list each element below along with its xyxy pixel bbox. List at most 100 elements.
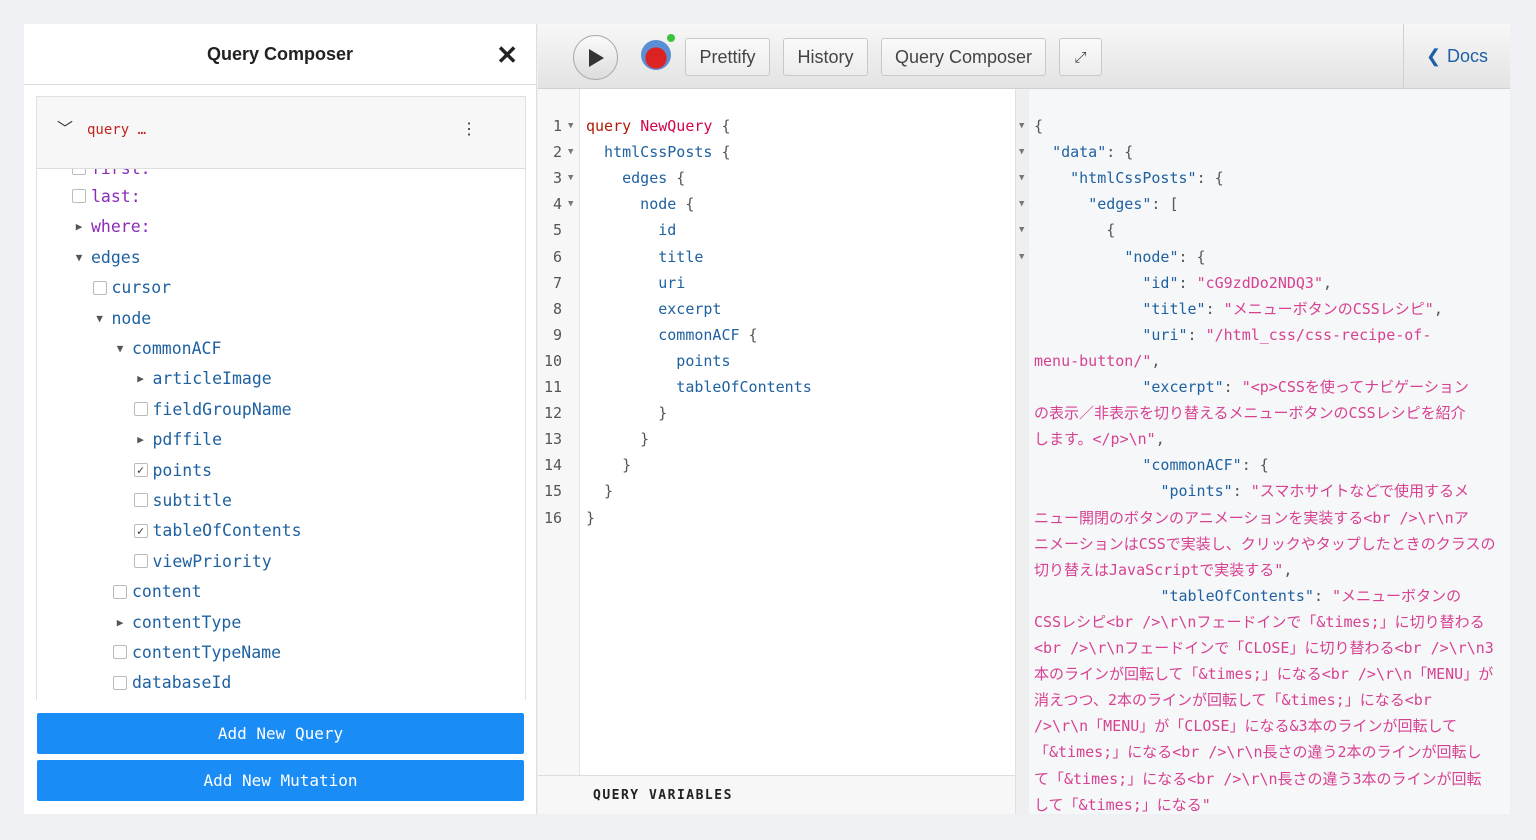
result-token: て「&times;」になる<br />\r\n長さの違う3本のラインが回転	[1034, 769, 1482, 788]
checkbox-checked[interactable]: ✓	[133, 523, 148, 538]
result-line: menu-button/",	[1034, 348, 1160, 374]
result-line: "excerpt": "<p>CSSを使ってナビゲーション	[1034, 374, 1469, 400]
fold-arrow-icon[interactable]: ▼	[1019, 191, 1024, 217]
tree-item[interactable]: subtitle	[133, 487, 232, 513]
checkbox[interactable]	[72, 169, 86, 175]
code-token: {	[712, 143, 731, 162]
result-token: "commonACF"	[1142, 456, 1242, 475]
code-token: {	[676, 195, 695, 214]
checkbox-checked[interactable]: ✓	[133, 463, 148, 477]
checkbox[interactable]	[92, 280, 107, 295]
fold-arrow-icon[interactable]: ▼	[1019, 244, 1024, 270]
checkbox[interactable]	[133, 554, 148, 569]
result-token: "uri"	[1142, 325, 1188, 344]
tree-item[interactable]: ▼ node	[93, 305, 151, 331]
result-token: 「&times;」になる<br />\r\n長さの違う2本のラインが回転し	[1034, 743, 1482, 762]
add-new-query-button[interactable]: Add New Query	[37, 713, 524, 754]
checkbox[interactable]	[113, 584, 127, 599]
code-line: uri	[586, 270, 685, 296]
result-token: "/html_css/css-recipe-of-	[1205, 325, 1432, 344]
panel-header: Query Composer ✕	[24, 24, 536, 85]
more-options-icon[interactable]: ⋮	[461, 119, 477, 139]
tree-item[interactable]: first:	[72, 169, 151, 181]
tree-item[interactable]: ✓ tableOfContents	[133, 518, 302, 544]
checkbox[interactable]	[113, 675, 127, 690]
query-composer-button[interactable]: Query Composer	[881, 38, 1046, 76]
tree-item[interactable]: databaseId	[113, 670, 231, 696]
tree-item[interactable]: ▶ articleImage	[134, 366, 272, 392]
tree-item[interactable]: ▶ pdffile	[134, 427, 222, 453]
code-token: NewQuery	[640, 117, 713, 135]
tree-item[interactable]: contentTypeName	[113, 639, 281, 665]
result-token: :	[1313, 586, 1333, 605]
query-editor[interactable]: 1 ▼ query NewQuery {2 ▼ htmlCssPosts {3 ▼ ed…	[538, 89, 1015, 775]
tree-item[interactable]: fieldGroupName	[133, 396, 292, 422]
caret-down-icon[interactable]: ▼	[93, 312, 107, 325]
fold-arrow-icon[interactable]: ▼	[1019, 165, 1024, 191]
execute-query-button[interactable]	[573, 35, 618, 80]
history-button[interactable]: History	[783, 38, 868, 76]
query-header[interactable]: ﹀ query … ⋮	[37, 97, 525, 169]
checkbox[interactable]	[113, 645, 127, 660]
docs-button[interactable]: ❮ Docs	[1403, 24, 1510, 89]
fold-arrow-icon[interactable]: ▼	[568, 139, 573, 165]
checkbox[interactable]	[133, 493, 148, 508]
tree-item[interactable]: last:	[72, 183, 141, 209]
code-token: }	[586, 508, 596, 527]
result-token	[1034, 300, 1142, 318]
play-icon	[588, 48, 604, 67]
result-line: して「&times;」になる"	[1034, 792, 1211, 818]
close-icon[interactable]: ✕	[496, 42, 518, 68]
code-token: query	[586, 117, 641, 135]
fullscreen-button[interactable]: ⤢	[1059, 38, 1102, 76]
tree-item[interactable]: ▼ commonACF	[113, 335, 222, 361]
tree-item-label: databaseId	[132, 673, 232, 693]
query-composer-panel: Query Composer ✕ ﹀ query … ⋮ first: last:…	[24, 24, 537, 814]
code-token: tableOfContents	[586, 378, 812, 396]
caret-right-icon[interactable]: ▶	[134, 372, 148, 385]
fold-arrow-icon[interactable]: ▼	[1019, 113, 1024, 139]
code-line: edges {	[586, 165, 685, 191]
result-line: {	[1034, 217, 1115, 243]
fold-arrow-icon[interactable]: ▼	[568, 113, 573, 139]
tree-item[interactable]: ▶ where:	[72, 214, 151, 240]
line-number: 15	[543, 482, 562, 501]
caret-right-icon[interactable]: ▶	[113, 616, 127, 629]
fold-arrow-icon[interactable]: ▼	[568, 165, 573, 191]
checkbox[interactable]	[133, 402, 148, 417]
field-tree[interactable]: first: last: ▶ where: ▼ edges cursor ▼ node ▼ comm…	[37, 169, 525, 700]
result-token: "edges"	[1088, 195, 1152, 214]
caret-right-icon[interactable]: ▶	[134, 433, 148, 446]
avatar[interactable]	[641, 34, 675, 70]
result-token	[1034, 482, 1160, 500]
result-token: : {	[1178, 247, 1206, 266]
result-token	[1034, 378, 1142, 396]
fold-arrow-icon[interactable]: ▼	[1019, 217, 1024, 243]
tree-item[interactable]: cursor	[92, 275, 171, 301]
result-token: "id"	[1142, 273, 1179, 292]
prettify-button[interactable]: Prettify	[685, 38, 770, 76]
result-token: {	[1034, 221, 1116, 240]
caret-down-icon[interactable]: ▼	[113, 342, 127, 355]
result-token	[1034, 456, 1142, 474]
graphiql-main: Prettify History Query Composer ⤢ ❮ Docs …	[538, 24, 1510, 814]
result-line: 「&times;」になる<br />\r\n長さの違う2本のラインが回転し	[1034, 739, 1482, 765]
result-token: します。</p>\n"	[1034, 430, 1156, 449]
caret-down-icon[interactable]: ▼	[72, 251, 86, 264]
tree-item[interactable]: viewPriority	[133, 548, 272, 574]
tree-item[interactable]: ✓ points	[133, 457, 212, 483]
fold-arrow-icon[interactable]: ▼	[1019, 139, 1024, 165]
checkbox[interactable]	[72, 189, 86, 204]
chevron-down-icon[interactable]: ﹀	[57, 115, 73, 139]
result-token: "data"	[1052, 143, 1107, 162]
tree-item[interactable]: ▼ edges	[72, 244, 141, 270]
code-token: excerpt	[586, 299, 722, 318]
caret-right-icon[interactable]: ▶	[72, 220, 86, 233]
tree-item-label: first:	[91, 169, 151, 178]
fold-arrow-icon[interactable]: ▼	[568, 191, 573, 217]
tree-item[interactable]: ▶ contentType	[113, 609, 242, 635]
code-line: title	[586, 244, 703, 270]
query-variables-header[interactable]: QUERY VARIABLES	[538, 775, 1015, 814]
add-new-mutation-button[interactable]: Add New Mutation	[37, 760, 524, 801]
tree-item[interactable]: content	[113, 579, 202, 605]
